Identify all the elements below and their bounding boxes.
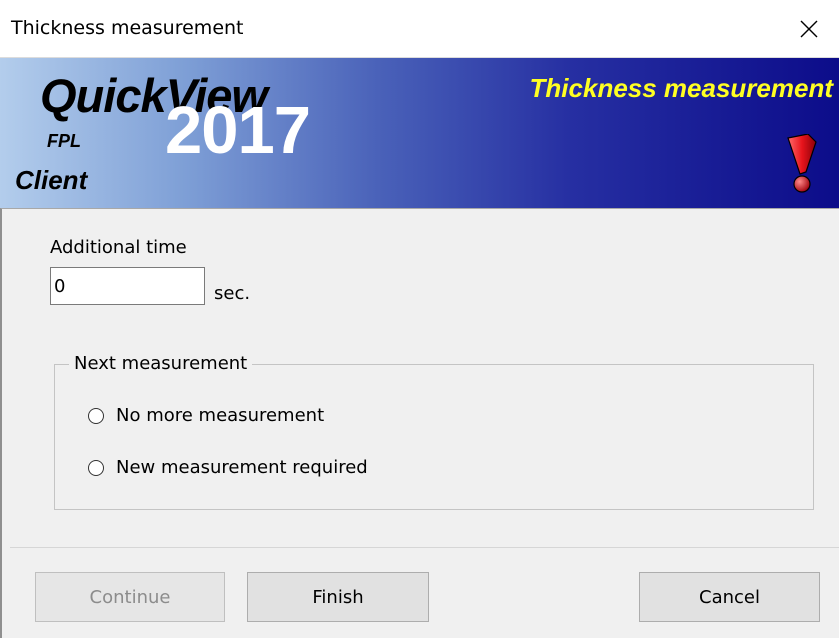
radio-no-more-measurement[interactable]: No more measurement xyxy=(88,405,324,426)
header-banner: QuickView 2017 FPL Client Thickness meas… xyxy=(0,58,839,208)
seconds-unit-label: sec. xyxy=(214,283,251,304)
radio-circle[interactable] xyxy=(88,407,104,424)
window-title: Thickness measurement xyxy=(11,17,244,39)
next-measurement-group: Next measurement No more measurement New… xyxy=(54,353,814,510)
brand-sub: FPL xyxy=(47,131,81,151)
close-button[interactable] xyxy=(779,0,839,58)
dialog-content: Additional time sec. Next measurement No… xyxy=(0,208,839,638)
continue-button[interactable]: Continue xyxy=(35,572,225,622)
radio-new-measurement-required[interactable]: New measurement required xyxy=(88,457,368,478)
finish-button[interactable]: Finish xyxy=(247,572,429,622)
close-icon xyxy=(800,20,818,38)
radio-label: New measurement required xyxy=(116,457,368,478)
divider xyxy=(10,547,839,548)
additional-time-label: Additional time xyxy=(50,237,187,258)
cancel-button[interactable]: Cancel xyxy=(639,572,820,622)
banner-title: Thickness measurement xyxy=(529,73,833,103)
title-bar: Thickness measurement xyxy=(0,0,839,58)
brand-role: Client xyxy=(15,165,88,195)
radio-circle[interactable] xyxy=(88,459,104,476)
group-label: Next measurement xyxy=(69,353,253,374)
brand-year: 2017 xyxy=(165,93,311,168)
exclamation-icon xyxy=(787,134,817,193)
radio-label: No more measurement xyxy=(116,405,325,426)
additional-time-input[interactable] xyxy=(50,267,205,305)
